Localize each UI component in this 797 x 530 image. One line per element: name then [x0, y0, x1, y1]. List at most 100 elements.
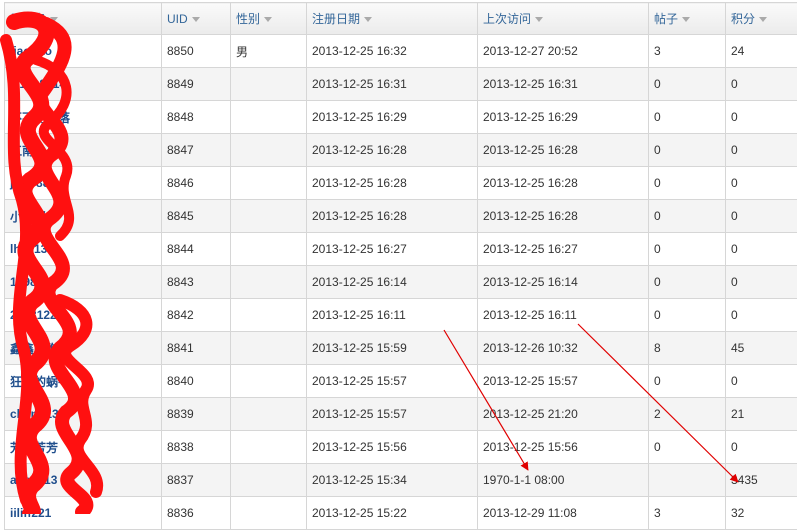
cell-username: 鑫鑫的胸	[5, 332, 162, 365]
table-row: abc201388372013-12-25 15:341970-1-1 08:0…	[5, 464, 797, 497]
cell-posts	[649, 464, 726, 497]
cell-posts: 0	[649, 167, 726, 200]
table-row: 狂奔的蜗牛88402013-12-25 15:572013-12-25 15:5…	[5, 365, 797, 398]
cell-last-visit: 2013-12-26 10:32	[478, 332, 649, 365]
cell-points: 0	[726, 266, 797, 299]
username-link[interactable]: 狂奔的蜗牛	[10, 375, 70, 389]
cell-username: iiliff221	[5, 497, 162, 530]
cell-points: 0	[726, 167, 797, 200]
cell-reg-date: 2013-12-25 16:28	[307, 200, 478, 233]
cell-points: 0	[726, 431, 797, 464]
username-link[interactable]: jerry88	[10, 176, 49, 190]
cell-uid: 8836	[162, 497, 231, 530]
cell-uid: 8838	[162, 431, 231, 464]
sort-arrow-icon	[535, 17, 543, 22]
column-header-uid[interactable]: UID	[162, 3, 231, 35]
column-header-label: 帖子	[654, 12, 678, 26]
member-list-table: 用户名 UID 性别 注册日期 上次访问 帖子 积分 iiaohao8850男2…	[4, 2, 797, 530]
cell-reg-date: 2013-12-25 15:22	[307, 497, 478, 530]
cell-username: 狂奔的蜗牛	[5, 365, 162, 398]
cell-last-visit: 2013-12-29 11:08	[478, 497, 649, 530]
cell-points: 0	[726, 134, 797, 167]
table-row: 鑫鑫的胸88412013-12-25 15:592013-12-26 10:32…	[5, 332, 797, 365]
cell-posts: 0	[649, 266, 726, 299]
table-row: 小智慧88452013-12-25 16:282013-12-25 16:280…	[5, 200, 797, 233]
cell-points: 0	[726, 365, 797, 398]
cell-points: 0	[726, 101, 797, 134]
cell-username: 江南小小	[5, 134, 162, 167]
cell-reg-date: 2013-12-25 15:57	[307, 365, 478, 398]
cell-posts: 0	[649, 68, 726, 101]
cell-username: cheng1359	[5, 398, 162, 431]
column-header-label: 性别	[236, 12, 260, 26]
cell-posts: 0	[649, 134, 726, 167]
column-header-label: 上次访问	[483, 12, 531, 26]
username-link[interactable]: iiaohao	[10, 44, 52, 58]
cell-posts: 0	[649, 101, 726, 134]
username-link[interactable]: lh2013	[10, 242, 47, 256]
column-header-gender[interactable]: 性别	[231, 3, 307, 35]
cell-gender: 男	[231, 35, 307, 68]
column-header-last-visit[interactable]: 上次访问	[478, 3, 649, 35]
cell-posts: 3	[649, 35, 726, 68]
cell-username: 20131224	[5, 299, 162, 332]
table-row: 2013122488422013-12-25 16:112013-12-25 1…	[5, 299, 797, 332]
cell-username: 小智慧	[5, 200, 162, 233]
cell-uid: 8849	[162, 68, 231, 101]
cell-posts: 8	[649, 332, 726, 365]
cell-gender	[231, 233, 307, 266]
username-link[interactable]: abc2013	[10, 473, 57, 487]
username-link[interactable]: 江南小小	[10, 144, 58, 158]
sort-arrow-icon	[759, 17, 767, 22]
username-link[interactable]: cheng1359	[10, 407, 72, 421]
cell-last-visit: 2013-12-25 16:29	[478, 101, 649, 134]
username-link[interactable]: 鑫鑫的胸	[10, 342, 58, 356]
sort-arrow-icon	[50, 17, 58, 22]
column-header-posts[interactable]: 帖子	[649, 3, 726, 35]
cell-gender	[231, 200, 307, 233]
cell-gender	[231, 299, 307, 332]
cell-points: 32	[726, 497, 797, 530]
cell-last-visit: 2013-12-25 16:27	[478, 233, 649, 266]
username-link[interactable]: w1218014	[10, 77, 66, 91]
cell-reg-date: 2013-12-25 15:34	[307, 464, 478, 497]
cell-last-visit: 2013-12-25 15:56	[478, 431, 649, 464]
table-row: 1598734788432013-12-25 16:142013-12-25 1…	[5, 266, 797, 299]
cell-reg-date: 2013-12-25 15:56	[307, 431, 478, 464]
cell-uid: 8844	[162, 233, 231, 266]
cell-posts: 3	[649, 497, 726, 530]
cell-reg-date: 2013-12-25 16:14	[307, 266, 478, 299]
cell-last-visit: 2013-12-25 16:28	[478, 200, 649, 233]
username-link[interactable]: 15987347	[10, 275, 63, 289]
cell-uid: 8840	[162, 365, 231, 398]
cell-uid: 8843	[162, 266, 231, 299]
table-row: 芳芳芳芳 8838 2013-12-25 15:562013-12-25 15:56…	[5, 431, 797, 464]
cell-username: w1218014	[5, 68, 162, 101]
cell-gender	[231, 68, 307, 101]
table-row: jerry8888462013-12-25 16:282013-12-25 16…	[5, 167, 797, 200]
header-row: 用户名 UID 性别 注册日期 上次访问 帖子 积分	[5, 3, 797, 35]
username-link[interactable]: 芳芳芳芳	[10, 441, 58, 455]
cell-gender	[231, 101, 307, 134]
cell-gender	[231, 497, 307, 530]
username-link[interactable]: 20131224	[10, 308, 63, 322]
cell-posts: 0	[649, 365, 726, 398]
column-header-reg-date[interactable]: 注册日期	[307, 3, 478, 35]
cell-username: 15987347	[5, 266, 162, 299]
cell-points: 0	[726, 200, 797, 233]
column-header-username[interactable]: 用户名	[5, 3, 162, 35]
cell-gender	[231, 266, 307, 299]
cell-points: 0	[726, 299, 797, 332]
cell-gender	[231, 167, 307, 200]
username-link[interactable]: 小智慧	[10, 210, 46, 224]
cell-posts: 0	[649, 431, 726, 464]
cell-reg-date: 2013-12-25 15:57	[307, 398, 478, 431]
cell-reg-date: 2013-12-25 15:59	[307, 332, 478, 365]
cell-last-visit: 2013-12-25 21:20	[478, 398, 649, 431]
username-link[interactable]: 不不的角落	[10, 111, 70, 125]
cell-gender	[231, 134, 307, 167]
username-link[interactable]: iiliff221	[10, 506, 51, 520]
table-row: cheng135988392013-12-25 15:572013-12-25 …	[5, 398, 797, 431]
table-row: iiaohao8850男2013-12-25 16:322013-12-27 2…	[5, 35, 797, 68]
column-header-points[interactable]: 积分	[726, 3, 797, 35]
